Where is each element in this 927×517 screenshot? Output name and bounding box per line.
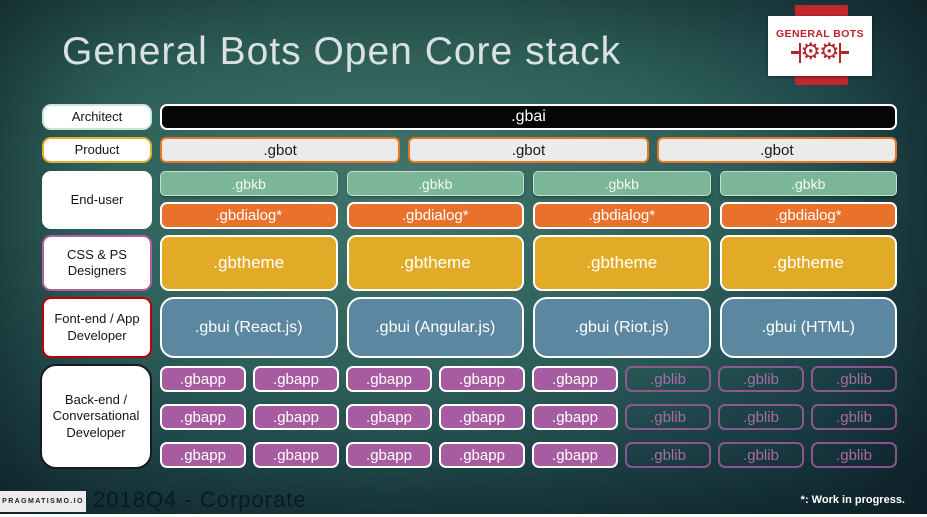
gbtheme-box: .gbtheme <box>719 235 897 291</box>
gbapp-row: .gbapp .gbapp .gbapp .gbapp .gbapp .gbli… <box>160 366 897 392</box>
gbkb-box: .gbkb <box>346 171 524 196</box>
gbtheme-box: .gbtheme <box>346 235 524 291</box>
role-label-product: Product <box>42 137 152 163</box>
role-label-architect: Architect <box>42 104 152 130</box>
gbdialog-box: .gbdialog* <box>346 202 524 229</box>
gbapp-box: .gbapp <box>160 442 246 468</box>
gbapp-box: .gbapp <box>253 366 339 392</box>
logo-line <box>790 51 799 54</box>
gbdialog-box: .gbdialog* <box>719 202 897 229</box>
role-label-end-user: End-user <box>42 171 152 229</box>
gbkb-box: .gbkb <box>160 171 338 196</box>
role-label-backend-developer: Back-end / Conversational Developer <box>40 364 152 469</box>
gblib-box: .gblib <box>718 442 804 468</box>
gbapp-box: .gbapp <box>160 366 246 392</box>
gbapp-box: .gbapp <box>532 442 618 468</box>
gbapp-row: .gbapp .gbapp .gbapp .gbapp .gbapp .gbli… <box>160 404 897 430</box>
role-label-designers: CSS & PS Designers <box>42 235 152 291</box>
gbapp-box: .gbapp <box>253 404 339 430</box>
gblib-box: .gblib <box>811 404 897 430</box>
gbapp-row: .gbapp .gbapp .gbapp .gbapp .gbapp .gbli… <box>160 442 897 468</box>
gbdialog-row: .gbdialog* .gbdialog* .gbdialog* .gbdial… <box>160 202 897 229</box>
gbapp-box: .gbapp <box>346 404 432 430</box>
gbapp-box: .gbapp <box>346 442 432 468</box>
gbtheme-box: .gbtheme <box>160 235 338 291</box>
slide-canvas: General Bots Open Core stack GENERAL BOT… <box>0 0 927 517</box>
footer-caption: 2018Q4 - Corporate <box>93 487 307 512</box>
logo-line <box>841 51 850 54</box>
gblib-box: .gblib <box>718 404 804 430</box>
gbui-html-box: .gbui (HTML) <box>719 297 897 358</box>
gear-icon: ⚙ <box>819 39 840 65</box>
gbot-box: .gbot <box>408 137 649 163</box>
gbapp-box: .gbapp <box>160 404 246 430</box>
gbui-riot-box: .gbui (Riot.js) <box>533 297 711 358</box>
gear-icon: ⚙ <box>800 39 821 65</box>
gblib-box: .gblib <box>625 366 711 392</box>
general-bots-logo: GENERAL BOTS ⚙ ⚙ <box>768 16 872 76</box>
gbkb-row: .gbkb .gbkb .gbkb .gbkb <box>160 171 897 196</box>
gbtheme-box: .gbtheme <box>533 235 711 291</box>
gears-logo-icon: ⚙ ⚙ <box>790 39 850 65</box>
gbui-angular-box: .gbui (Angular.js) <box>346 297 524 358</box>
gbapp-box: .gbapp <box>439 366 525 392</box>
gbtheme-row: .gbtheme .gbtheme .gbtheme .gbtheme <box>160 235 897 291</box>
pragmatismo-badge: PRAGMATISMO.IO <box>0 491 86 512</box>
gbot-box: .gbot <box>656 137 897 163</box>
gbdialog-box: .gbdialog* <box>533 202 711 229</box>
gbapp-box: .gbapp <box>532 404 618 430</box>
gbui-react-box: .gbui (React.js) <box>160 297 338 358</box>
gbkb-box: .gbkb <box>719 171 897 196</box>
gbui-row: .gbui (React.js) .gbui (Angular.js) .gbu… <box>160 297 897 358</box>
gblib-box: .gblib <box>718 366 804 392</box>
role-label-frontend-developer: Font-end / App Developer <box>42 297 152 358</box>
gblib-box: .gblib <box>625 404 711 430</box>
product-row: .gbot .gbot .gbot <box>160 137 897 163</box>
gbapp-box: .gbapp <box>346 366 432 392</box>
gbapp-box: .gbapp <box>439 404 525 430</box>
gbkb-box: .gbkb <box>533 171 711 196</box>
gblib-box: .gblib <box>811 366 897 392</box>
gbapp-box: .gbapp <box>532 366 618 392</box>
gbai-bar: .gbai <box>160 104 897 130</box>
gblib-box: .gblib <box>625 442 711 468</box>
gbapp-box: .gbapp <box>253 442 339 468</box>
gbapp-box: .gbapp <box>439 442 525 468</box>
gbdialog-box: .gbdialog* <box>160 202 338 229</box>
gbot-box: .gbot <box>160 137 401 163</box>
work-in-progress-note: *: Work in progress. <box>800 494 905 506</box>
slide-title: General Bots Open Core stack <box>62 30 622 73</box>
gblib-box: .gblib <box>811 442 897 468</box>
